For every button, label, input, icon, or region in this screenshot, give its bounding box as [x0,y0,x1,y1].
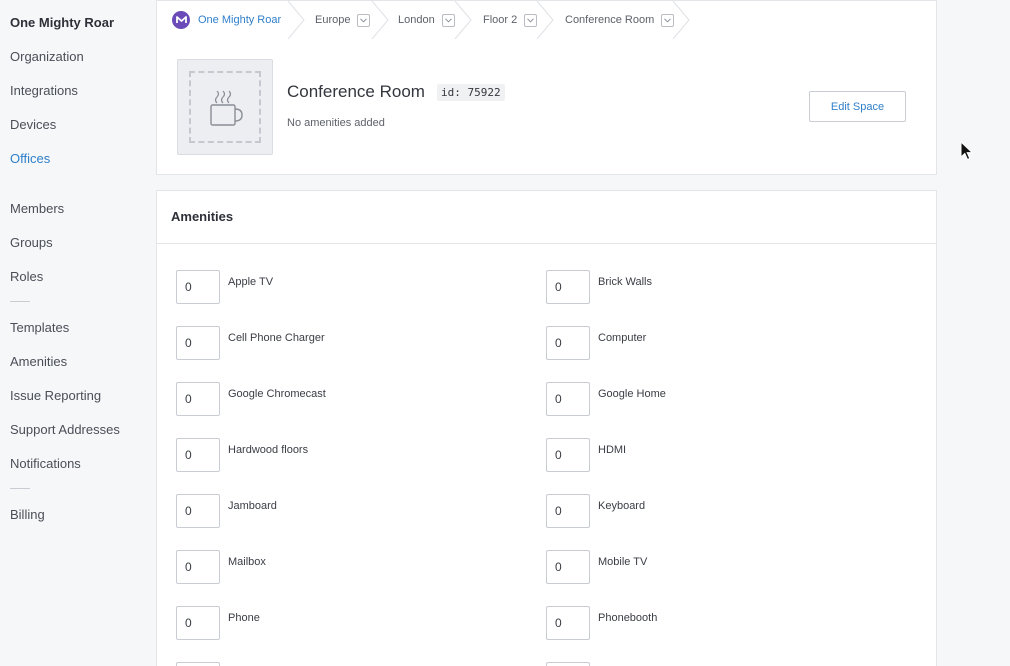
sidebar-divider [10,488,30,489]
sidebar-item-members[interactable]: Members [10,201,64,216]
amenity-quantity-input[interactable] [546,494,590,528]
amenity-row-partial [546,662,590,666]
amenity-label: Google Home [598,388,666,400]
sidebar-divider [10,301,30,302]
breadcrumb-label: Europe [315,14,351,26]
amenity-row: Google Chromecast [176,382,326,416]
amenity-row: Computer [546,326,646,360]
amenity-label: Phone [228,612,260,624]
amenity-quantity-input[interactable] [176,438,220,472]
breadcrumb-item-europe[interactable]: Europe [315,1,371,39]
chevron-down-icon[interactable] [357,13,371,27]
breadcrumb-separator [371,1,389,39]
amenities-card: Amenities Apple TV Cell Phone Charger Go… [156,190,937,666]
amenity-row: Phonebooth [546,606,657,640]
breadcrumb-separator [454,1,472,39]
space-header-card: Conference Room id: 75922 No amenities a… [156,39,937,175]
amenity-row-partial [176,662,220,666]
amenity-label: Brick Walls [598,276,652,288]
amenity-quantity-input[interactable] [176,382,220,416]
breadcrumb-label: Floor 2 [483,14,518,26]
breadcrumb-separator [672,1,690,39]
amenity-label: HDMI [598,444,627,456]
amenity-quantity-input[interactable] [546,326,590,360]
sidebar-item-issue-reporting[interactable]: Issue Reporting [10,388,101,403]
amenity-row: Mailbox [176,550,266,584]
amenity-row: Hardwood floors [176,438,308,472]
amenities-summary: No amenities added [287,117,385,129]
amenity-quantity-input[interactable] [176,550,220,584]
amenity-label: Jamboard [228,500,277,512]
amenity-row: Mobile TV [546,550,647,584]
space-thumbnail [177,59,273,155]
sidebar-item-devices[interactable]: Devices [10,117,56,132]
amenity-quantity-input[interactable] [546,270,590,304]
sidebar-item-support-addresses[interactable]: Support Addresses [10,422,120,437]
sidebar-org-name: One Mighty Roar [10,15,115,30]
thumbnail-placeholder [189,71,261,143]
amenity-label: Mobile TV [598,556,648,568]
coffee-cup-icon [210,90,243,126]
sidebar-item-amenities[interactable]: Amenities [10,354,67,369]
edit-space-button[interactable]: Edit Space [809,91,906,122]
amenity-quantity-input[interactable] [546,550,590,584]
amenity-row: Apple TV [176,270,273,304]
app: One Mighty Roar Organization Integration… [0,0,1010,666]
breadcrumb-item-org[interactable]: One Mighty Roar [172,1,281,39]
amenity-label: Mailbox [228,556,266,568]
amenity-row: Brick Walls [546,270,652,304]
amenity-quantity-input[interactable] [176,270,220,304]
sidebar-item-templates[interactable]: Templates [10,320,69,335]
amenities-title: Amenities [171,209,234,224]
breadcrumb-separator [287,1,305,39]
breadcrumb-item-floor[interactable]: Floor 2 [483,1,538,39]
space-title: Conference Room [287,82,425,101]
sidebar: One Mighty Roar Organization Integration… [0,0,156,666]
amenity-label: Cell Phone Charger [228,332,325,344]
amenity-label: Google Chromecast [228,388,326,400]
amenity-row: Keyboard [546,494,645,528]
amenity-quantity-input[interactable] [546,606,590,640]
sidebar-item-organization[interactable]: Organization [10,49,84,64]
breadcrumb-item-room[interactable]: Conference Room [565,1,675,39]
amenity-row: Phone [176,606,260,640]
amenity-row: Google Home [546,382,666,416]
chevron-down-icon[interactable] [441,13,455,27]
amenity-quantity-input[interactable] [546,662,590,666]
breadcrumb-separator [536,1,554,39]
space-id-badge: id: 75922 [437,84,505,101]
amenity-quantity-input[interactable] [546,438,590,472]
sidebar-item-integrations[interactable]: Integrations [10,83,78,98]
breadcrumb-label: London [398,14,435,26]
amenity-label: Hardwood floors [228,444,309,456]
amenity-quantity-input[interactable] [546,382,590,416]
breadcrumb: One Mighty Roar Europe London Floor 2 Co… [156,0,937,40]
amenity-quantity-input[interactable] [176,606,220,640]
amenity-label: Apple TV [228,276,274,288]
sidebar-item-groups[interactable]: Groups [10,235,53,250]
amenities-card-header: Amenities [157,191,936,244]
amenity-label: Keyboard [598,500,646,512]
amenity-row: Cell Phone Charger [176,326,325,360]
breadcrumb-label: Conference Room [565,14,655,26]
amenity-quantity-input[interactable] [176,662,220,666]
amenity-quantity-input[interactable] [176,326,220,360]
amenity-quantity-input[interactable] [176,494,220,528]
sidebar-item-offices[interactable]: Offices [10,151,50,166]
sidebar-item-billing[interactable]: Billing [10,507,45,522]
mouse-cursor-icon [960,141,974,161]
m-logo-icon [172,11,190,29]
amenity-row: HDMI [546,438,626,472]
breadcrumb-label: One Mighty Roar [198,14,282,26]
sidebar-item-roles[interactable]: Roles [10,269,43,284]
sidebar-item-notifications[interactable]: Notifications [10,456,81,471]
breadcrumb-item-london[interactable]: London [398,1,455,39]
amenity-label: Computer [598,332,647,344]
amenity-row: Jamboard [176,494,277,528]
amenity-label: Phonebooth [598,612,658,624]
